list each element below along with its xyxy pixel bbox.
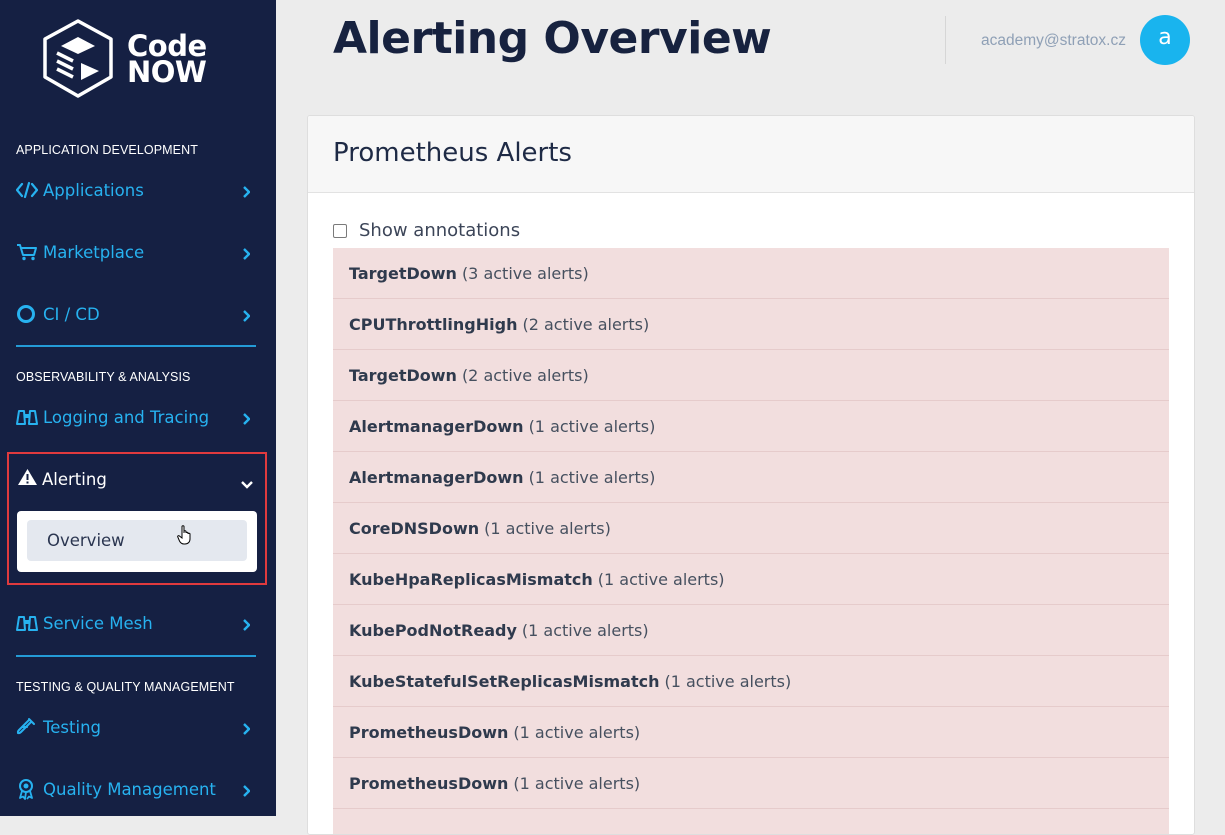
alert-name: PrometheusDown (349, 722, 509, 742)
warning-icon (17, 468, 38, 490)
hand-cursor-icon (177, 525, 193, 549)
brand-wordmark: Code NOW (127, 32, 207, 89)
sidebar-item-service-mesh[interactable]: Service Mesh (16, 608, 256, 638)
alert-name: PrometheusDown (349, 773, 509, 793)
sidebar-item-label: Alerting (42, 469, 107, 489)
alert-row[interactable]: CoreDNSDown (1 active alerts) (333, 503, 1169, 554)
award-icon (16, 779, 38, 800)
alert-count: (1 active alerts) (513, 773, 641, 793)
sidebar-item-quality-management[interactable]: Quality Management (16, 774, 256, 804)
sidebar-item-label: Applications (43, 180, 144, 200)
alert-name: AlertmanagerDown (349, 416, 524, 436)
alert-count: (1 active alerts) (597, 569, 725, 589)
alert-count: (1 active alerts) (521, 620, 649, 640)
sidebar-item-ci-cd[interactable]: CI / CD (16, 299, 256, 329)
sidebar-item-testing[interactable]: Testing (16, 712, 256, 742)
alert-row[interactable]: PrometheusDown (1 active alerts) (333, 758, 1169, 809)
alert-row[interactable]: PrometheusDown (1 active alerts) (333, 707, 1169, 758)
alert-count: (1 active alerts) (513, 722, 641, 742)
sidebar-item-label: CI / CD (43, 304, 100, 324)
avatar[interactable]: a (1140, 15, 1190, 65)
binoculars-icon (16, 613, 38, 633)
chevron-right-icon (242, 720, 251, 739)
sidebar: Code NOW APPLICATION DEVELOPMENT Applica… (0, 0, 276, 816)
sidebar-item-logging-tracing[interactable]: Logging and Tracing (16, 402, 256, 432)
section-title-observability: OBSERVABILITY & ANALYSIS (16, 370, 191, 384)
alert-row[interactable]: AlertmanagerDown (1 active alerts) (333, 452, 1169, 503)
alert-row[interactable]: TargetDown (2 active alerts) (333, 350, 1169, 401)
ring-icon (16, 304, 38, 324)
show-annotations-checkbox[interactable] (333, 223, 347, 238)
alert-row[interactable]: AlertmanagerDown (1 active alerts) (333, 401, 1169, 452)
alert-count: (1 active alerts) (484, 518, 611, 538)
alert-row[interactable] (333, 809, 1169, 834)
show-annotations-control[interactable]: Show annotations (333, 220, 520, 241)
sidebar-item-alerting[interactable]: Alerting (17, 468, 107, 490)
card-title: Prometheus Alerts (333, 138, 572, 168)
alert-name: KubePodNotReady (349, 620, 517, 640)
sidebar-item-label: Marketplace (43, 242, 145, 262)
binoculars-icon (16, 407, 38, 427)
alert-row[interactable]: KubePodNotReady (1 active alerts) (333, 605, 1169, 656)
alerting-submenu: Overview (17, 511, 257, 572)
codenow-logo[interactable]: Code NOW (43, 19, 233, 99)
alert-count: (1 active alerts) (528, 416, 656, 436)
header-divider (945, 16, 946, 64)
alerting-expanded-group: Alerting Overview (7, 452, 267, 585)
alert-name: TargetDown (349, 365, 457, 385)
brand-line2: NOW (127, 55, 207, 89)
sidebar-divider (16, 345, 256, 347)
alert-count: (3 active alerts) (461, 263, 589, 283)
chevron-down-icon[interactable] (241, 474, 253, 493)
chevron-right-icon (242, 410, 251, 429)
sidebar-divider (16, 655, 256, 657)
sidebar-item-label: Logging and Tracing (43, 407, 210, 427)
alerts-list: TargetDown (3 active alerts) CPUThrottlin… (333, 248, 1169, 834)
alert-name: KubeHpaReplicasMismatch (349, 569, 593, 589)
chevron-right-icon (242, 183, 251, 202)
sidebar-item-label: Service Mesh (43, 613, 153, 633)
chevron-right-icon (242, 616, 251, 635)
submenu-item-overview[interactable]: Overview (27, 520, 247, 561)
alert-name: AlertmanagerDown (349, 467, 524, 487)
chevron-right-icon (242, 307, 251, 326)
alert-row[interactable]: KubeStatefulSetReplicasMismatch (1 active… (333, 656, 1169, 707)
prometheus-alerts-card: Prometheus Alerts Show annotations Targe… (307, 115, 1195, 835)
alert-count: (1 active alerts) (664, 671, 792, 691)
sidebar-item-applications[interactable]: Applications (16, 175, 256, 205)
card-header: Prometheus Alerts (308, 116, 1194, 193)
alert-count: (2 active alerts) (461, 365, 589, 385)
codenow-logo-icon (43, 19, 113, 98)
sidebar-item-marketplace[interactable]: Marketplace (16, 237, 256, 267)
user-email[interactable]: academy@stratox.cz (981, 32, 1126, 50)
alert-row[interactable]: TargetDown (3 active alerts) (333, 248, 1169, 299)
alert-row[interactable]: CPUThrottlingHigh (2 active alerts) (333, 299, 1169, 350)
alert-count: (2 active alerts) (522, 314, 650, 334)
section-title-testing-quality: TESTING & QUALITY MANAGEMENT (16, 680, 235, 694)
show-annotations-label[interactable]: Show annotations (359, 220, 520, 241)
chevron-right-icon (242, 782, 251, 801)
test-tube-icon (16, 717, 38, 737)
alert-count: (1 active alerts) (528, 467, 656, 487)
sidebar-item-label: Quality Management (43, 779, 216, 799)
sidebar-item-label: Testing (43, 717, 102, 737)
code-icon (16, 180, 38, 200)
alert-row[interactable]: KubeHpaReplicasMismatch (1 active alerts) (333, 554, 1169, 605)
chevron-right-icon (242, 245, 251, 264)
alert-name: KubeStatefulSetReplicasMismatch (349, 671, 660, 691)
alert-name: TargetDown (349, 263, 457, 283)
cart-icon (16, 242, 38, 262)
alert-name: CPUThrottlingHigh (349, 314, 518, 334)
page-title: Alerting Overview (333, 13, 772, 64)
alert-name: CoreDNSDown (349, 518, 480, 538)
section-title-app-dev: APPLICATION DEVELOPMENT (16, 143, 198, 157)
